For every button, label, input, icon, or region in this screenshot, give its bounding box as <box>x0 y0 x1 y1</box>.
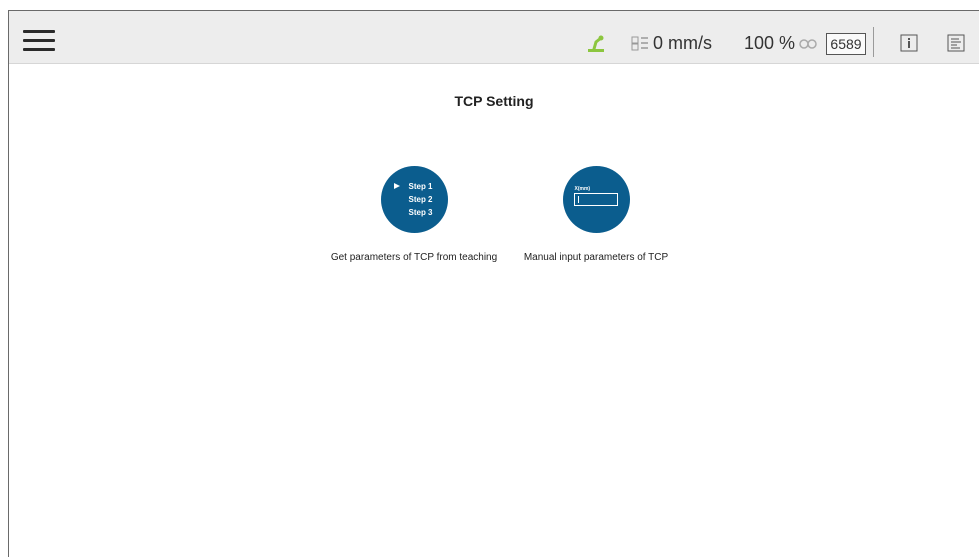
manual-option-label: Manual input parameters of TCP <box>523 252 669 263</box>
hamburger-menu-icon[interactable] <box>23 28 57 52</box>
top-bar: 0 mm/s 100 % 6589 <box>9 11 979 64</box>
info-icon[interactable] <box>900 34 918 52</box>
log-icon[interactable] <box>947 34 965 52</box>
speed-readout: 0 mm/s <box>653 33 713 53</box>
manual-input-icon[interactable]: X(mm) <box>562 166 630 233</box>
step-1: Step 1 <box>393 180 433 193</box>
teach-tcp-option[interactable]: Step 1 Step 2 Step 3 Get parameters of T… <box>319 166 509 263</box>
app-window: 0 mm/s 100 % 6589 TCP Setting Step 1 Ste… <box>8 10 979 557</box>
speed-icon <box>631 36 648 51</box>
counter-display: 6589 <box>826 33 866 55</box>
toolbar-divider <box>873 27 874 57</box>
mini-input-field <box>573 193 618 206</box>
step-3: Step 3 <box>408 208 433 217</box>
step-2: Step 2 <box>408 195 433 204</box>
page-title: TCP Setting <box>454 93 534 109</box>
link-icon <box>799 39 817 49</box>
mini-field-label: X(mm) <box>574 186 591 192</box>
manual-tcp-option[interactable]: X(mm) Manual input parameters of TCP <box>501 166 691 263</box>
robot-arm-icon <box>588 35 604 52</box>
speed-percent: 100 % <box>744 33 796 53</box>
teach-option-label: Get parameters of TCP from teaching <box>330 252 498 263</box>
play-arrow-icon <box>393 183 400 189</box>
teach-steps-icon[interactable]: Step 1 Step 2 Step 3 <box>380 166 448 233</box>
